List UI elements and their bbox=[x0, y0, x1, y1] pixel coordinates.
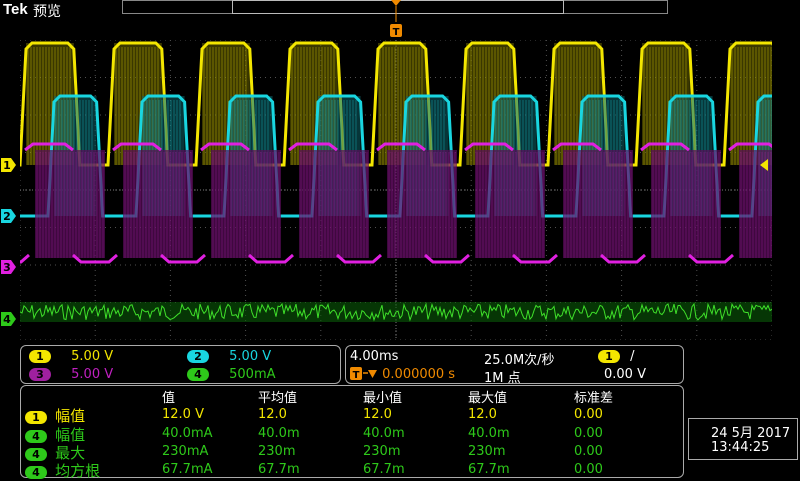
ch2-badge: 2 bbox=[187, 350, 209, 363]
ch1-scale-value: 5.00 V bbox=[71, 349, 114, 364]
ch3-badge: 3 bbox=[29, 368, 51, 381]
trigger-level-marker[interactable] bbox=[759, 159, 769, 171]
cell-stddev: 0.00 bbox=[574, 462, 603, 477]
trigger-offset-value: 0.000000 s bbox=[382, 367, 456, 382]
cell-max: 67.7m bbox=[468, 462, 510, 477]
ch4-ground-marker[interactable]: 4 bbox=[0, 311, 17, 327]
trigger-position-label: T bbox=[393, 27, 400, 38]
ch4-ground-label: 4 bbox=[3, 313, 11, 326]
ch4-badge: 4 bbox=[187, 368, 209, 381]
cell-min: 230m bbox=[363, 444, 401, 459]
cell-value: 230mA bbox=[162, 444, 209, 459]
trigger-position-marker[interactable]: T bbox=[390, 0, 402, 40]
svg-text:T: T bbox=[353, 370, 360, 380]
cell-min: 40.0m bbox=[363, 426, 405, 441]
cell-min: 12.0 bbox=[363, 407, 392, 422]
trigger-source: 1 / bbox=[598, 349, 635, 364]
datetime-box[interactable]: 24 5月 2017 13:44:25 bbox=[688, 418, 798, 460]
cell-stddev: 0.00 bbox=[574, 426, 603, 441]
measurement-panel: 值 平均值 最小值 最大值 标准差 1 幅值 12.0 V 12.0 12.0 … bbox=[20, 385, 684, 481]
col-header-max: 最大值 bbox=[468, 391, 508, 406]
trigger-level: 0.00 V bbox=[604, 367, 646, 382]
cell-mean: 12.0 bbox=[258, 407, 287, 422]
ch1-badge: 1 bbox=[29, 350, 51, 363]
cell-value: 67.7mA bbox=[162, 462, 213, 477]
date-label: 24 5月 2017 bbox=[711, 426, 791, 441]
ch1-waveform bbox=[20, 41, 772, 167]
cell-max: 12.0 bbox=[468, 407, 497, 422]
col-header-min: 最小值 bbox=[363, 391, 403, 406]
col-header-mean: 平均值 bbox=[258, 391, 298, 406]
ch2-scale-value: 5.00 V bbox=[229, 349, 272, 364]
row-label: 均方根 bbox=[55, 462, 101, 480]
brand-logo: Tek bbox=[3, 1, 28, 18]
table-row[interactable]: 4 均方根 bbox=[25, 460, 100, 481]
record-length: 1M 点 bbox=[484, 371, 521, 386]
ch4-waveform bbox=[20, 302, 772, 322]
cell-mean: 230m bbox=[258, 444, 296, 459]
row-channel-badge: 4 bbox=[25, 466, 47, 479]
row-label: 幅值 bbox=[55, 407, 86, 425]
ch4-scale[interactable]: 4 500mA bbox=[187, 367, 276, 382]
cell-value: 12.0 V bbox=[162, 407, 204, 422]
trigger-slope: / bbox=[630, 349, 635, 364]
ch2-ground-marker[interactable]: 2 bbox=[0, 208, 17, 224]
ch4-scale-value: 500mA bbox=[229, 367, 276, 382]
trigger-channel-badge: 1 bbox=[598, 350, 620, 363]
sample-rate: 25.0M次/秒 bbox=[484, 353, 555, 368]
cell-mean: 40.0m bbox=[258, 426, 300, 441]
acquisition-mode: 预览 bbox=[33, 4, 61, 20]
waveform-display[interactable] bbox=[20, 40, 772, 340]
ch3-ground-marker[interactable]: 3 bbox=[0, 259, 17, 275]
ch2-ground-label: 2 bbox=[3, 210, 11, 223]
table-row[interactable]: 1 幅值 bbox=[25, 405, 85, 426]
trigger-offset: T 0.000000 s bbox=[350, 367, 455, 382]
cell-mean: 67.7m bbox=[258, 462, 300, 477]
row-channel-badge: 1 bbox=[25, 411, 47, 424]
cell-stddev: 0.00 bbox=[574, 407, 603, 422]
ch3-ground-label: 3 bbox=[3, 261, 11, 274]
timebase-panel[interactable]: 4.00ms 25.0M次/秒 T 0.000000 s 1M 点 1 / 0.… bbox=[345, 345, 684, 386]
time-label: 13:44:25 bbox=[711, 440, 770, 455]
ch3-scale[interactable]: 3 5.00 V bbox=[29, 367, 113, 382]
cell-max: 40.0m bbox=[468, 426, 510, 441]
ch1-ground-label: 1 bbox=[3, 159, 11, 172]
cell-max: 230m bbox=[468, 444, 506, 459]
trigger-offset-icon: T bbox=[350, 367, 377, 381]
ch3-scale-value: 5.00 V bbox=[71, 367, 114, 382]
cell-min: 67.7m bbox=[363, 462, 405, 477]
col-header-stddev: 标准差 bbox=[574, 391, 614, 406]
cell-value: 40.0mA bbox=[162, 426, 213, 441]
cell-stddev: 0.00 bbox=[574, 444, 603, 459]
ch1-scale[interactable]: 1 5.00 V bbox=[29, 349, 113, 364]
col-header-value: 值 bbox=[162, 391, 176, 406]
ch2-scale[interactable]: 2 5.00 V bbox=[187, 349, 271, 364]
ch1-ground-marker[interactable]: 1 bbox=[0, 157, 17, 173]
ch3-waveform bbox=[20, 142, 772, 264]
time-per-div: 4.00ms bbox=[350, 349, 399, 364]
channel-scale-panel: 1 5.00 V 2 5.00 V 3 5.00 V 4 500mA bbox=[20, 345, 341, 384]
